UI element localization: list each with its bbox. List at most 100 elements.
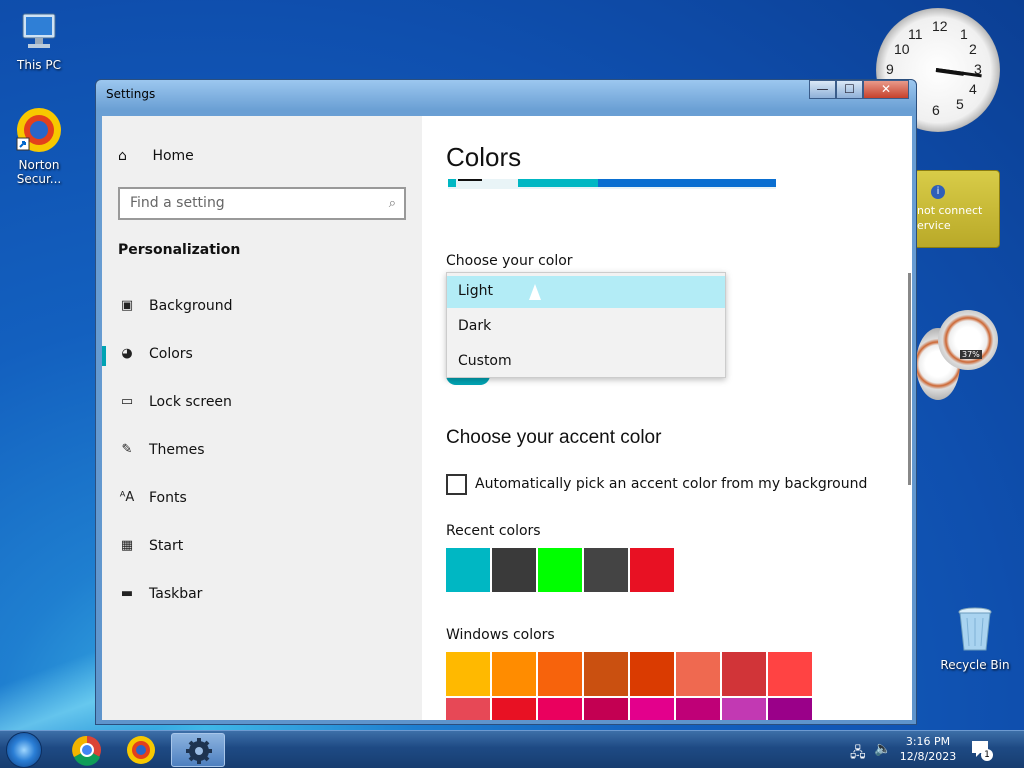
nav-home-label: Home bbox=[152, 148, 194, 164]
start-button[interactable] bbox=[6, 732, 42, 768]
gear-icon bbox=[186, 738, 212, 764]
taskbar: 🖧 🔈 3:16 PM 12/8/2023 1 bbox=[0, 730, 1024, 768]
chrome-taskbar-button[interactable] bbox=[60, 733, 114, 767]
feed-gadget-text: not connect ervice bbox=[917, 204, 983, 232]
memory-meter-gadget[interactable]: 37% bbox=[938, 310, 998, 370]
meter-value: 37% bbox=[960, 350, 982, 359]
start-icon: ▦ bbox=[120, 538, 134, 553]
color-swatch[interactable] bbox=[722, 652, 766, 696]
settings-client-area: ⌂ Home Find a setting ⌕ Personalization … bbox=[102, 116, 912, 720]
volume-muted-icon[interactable]: 🔈 bbox=[874, 741, 891, 757]
color-swatch[interactable] bbox=[584, 548, 628, 592]
color-swatch[interactable] bbox=[630, 548, 674, 592]
tray-date: 12/8/2023 bbox=[899, 750, 957, 763]
sidebar-item-themes[interactable]: ✎ Themes bbox=[102, 432, 422, 472]
color-swatch[interactable] bbox=[584, 652, 628, 696]
sidebar-item-fonts[interactable]: ᴬA Fonts bbox=[102, 480, 422, 520]
norton-desktop-icon[interactable]: Norton Secur... bbox=[2, 106, 76, 186]
mouse-cursor bbox=[529, 284, 541, 300]
color-swatch[interactable] bbox=[630, 698, 674, 720]
computer-icon bbox=[17, 10, 61, 54]
clock-number: 12 bbox=[932, 18, 948, 34]
clock-number: 9 bbox=[886, 61, 894, 77]
color-swatch[interactable] bbox=[538, 548, 582, 592]
choose-color-label: Choose your color bbox=[446, 253, 573, 269]
color-swatch[interactable] bbox=[676, 698, 720, 720]
auto-accent-label: Automatically pick an accent color from … bbox=[475, 476, 868, 492]
color-swatch[interactable] bbox=[446, 652, 490, 696]
color-swatch[interactable] bbox=[768, 698, 812, 720]
desktop-icon-label: This PC bbox=[17, 58, 61, 72]
maximize-button[interactable]: ☐ bbox=[836, 80, 863, 99]
clock-number: 10 bbox=[894, 41, 910, 57]
sidebar-item-start[interactable]: ▦ Start bbox=[102, 528, 422, 568]
search-placeholder: Find a setting bbox=[130, 195, 225, 211]
sidebar-item-lock-screen[interactable]: ▭ Lock screen bbox=[102, 384, 422, 424]
dropdown-option-dark[interactable]: Dark bbox=[447, 311, 725, 343]
sidebar-item-label: Themes bbox=[149, 442, 205, 458]
clock-number: 1 bbox=[960, 26, 968, 42]
recent-colors-label: Recent colors bbox=[446, 523, 541, 539]
color-mode-dropdown[interactable]: Light Dark Custom bbox=[446, 272, 726, 378]
windows-colors-label: Windows colors bbox=[446, 627, 555, 643]
sidebar-item-label: Fonts bbox=[149, 490, 187, 506]
clock-number: 6 bbox=[932, 102, 940, 118]
this-pc-desktop-icon[interactable]: This PC bbox=[2, 10, 76, 72]
search-input[interactable]: Find a setting ⌕ bbox=[118, 187, 406, 220]
lock-screen-icon: ▭ bbox=[120, 394, 134, 409]
window-title: Settings bbox=[106, 87, 156, 101]
desktop-icon-label: Recycle Bin bbox=[940, 658, 1010, 672]
color-swatch[interactable] bbox=[492, 548, 536, 592]
clock-number: 4 bbox=[969, 81, 977, 97]
norton-taskbar-button[interactable] bbox=[114, 733, 168, 767]
color-preview bbox=[448, 179, 776, 189]
desktop-icon-label: Norton Secur... bbox=[16, 158, 62, 186]
color-swatch[interactable] bbox=[768, 652, 812, 696]
sidebar-item-label: Lock screen bbox=[149, 394, 232, 410]
color-swatch[interactable] bbox=[630, 652, 674, 696]
clock-number: 2 bbox=[969, 41, 977, 57]
themes-icon: ✎ bbox=[121, 442, 133, 457]
fonts-icon: ᴬA bbox=[119, 490, 135, 505]
color-swatch[interactable] bbox=[722, 698, 766, 720]
dropdown-option-custom[interactable]: Custom bbox=[447, 346, 725, 378]
color-swatch[interactable] bbox=[446, 698, 490, 720]
page-title: Colors bbox=[446, 142, 522, 172]
settings-window: Settings — ☐ ✕ ⌂ Home Find a setting ⌕ P… bbox=[95, 79, 917, 725]
color-swatch[interactable] bbox=[584, 698, 628, 720]
color-swatch[interactable] bbox=[492, 652, 536, 696]
recycle-bin-desktop-icon[interactable]: Recycle Bin bbox=[938, 606, 1012, 672]
palette-icon: ◕ bbox=[121, 346, 133, 361]
page-scrollbar[interactable] bbox=[908, 273, 911, 485]
sidebar-item-colors[interactable]: ◕ Colors bbox=[102, 336, 422, 376]
color-swatch[interactable] bbox=[538, 698, 582, 720]
auto-accent-checkbox[interactable] bbox=[446, 474, 467, 495]
sidebar-item-label: Colors bbox=[149, 346, 193, 362]
settings-taskbar-button[interactable] bbox=[171, 733, 225, 767]
minimize-button[interactable]: — bbox=[809, 80, 836, 99]
feed-gadget[interactable]: i not connect ervice bbox=[914, 170, 1000, 248]
accent-heading: Choose your accent color bbox=[446, 427, 662, 448]
sidebar-item-label: Taskbar bbox=[149, 586, 203, 602]
chrome-icon bbox=[72, 735, 101, 766]
sidebar-item-background[interactable]: ▣ Background bbox=[102, 288, 422, 328]
network-icon[interactable]: 🖧 bbox=[850, 742, 866, 766]
tray-time: 3:16 PM bbox=[905, 735, 951, 748]
sidebar-item-taskbar[interactable]: ▬ Taskbar bbox=[102, 576, 422, 616]
sidebar-item-label: Background bbox=[149, 298, 233, 314]
color-swatch[interactable] bbox=[446, 548, 490, 592]
clock-hour-hand bbox=[935, 68, 965, 76]
sidebar-item-label: Start bbox=[149, 538, 184, 554]
tray-clock[interactable]: 3:16 PM 12/8/2023 bbox=[896, 734, 960, 764]
action-center-icon[interactable]: 1 bbox=[970, 739, 993, 761]
dropdown-option-light[interactable]: Light bbox=[447, 276, 725, 308]
notification-count: 1 bbox=[981, 749, 993, 761]
nav-home[interactable]: ⌂ Home bbox=[118, 148, 194, 164]
close-button[interactable]: ✕ bbox=[863, 80, 909, 99]
norton-icon bbox=[15, 106, 63, 154]
norton-icon bbox=[127, 736, 155, 764]
color-swatch[interactable] bbox=[492, 698, 536, 720]
color-swatch[interactable] bbox=[538, 652, 582, 696]
color-swatch[interactable] bbox=[676, 652, 720, 696]
taskbar-icon: ▬ bbox=[120, 586, 134, 601]
